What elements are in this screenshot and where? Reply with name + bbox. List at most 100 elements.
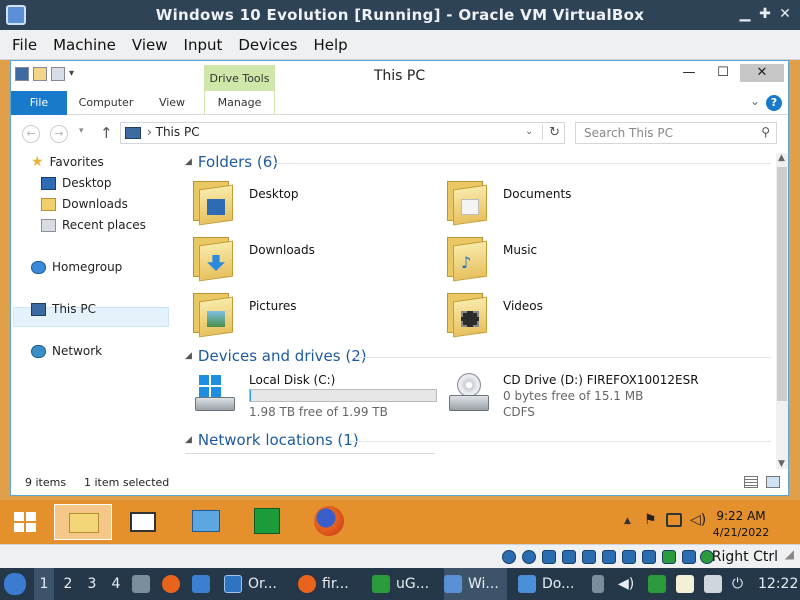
launcher-files[interactable] (132, 568, 156, 600)
search-icon[interactable]: ⚲ (761, 125, 770, 139)
menu-help[interactable]: Help (305, 36, 355, 54)
host-clock[interactable]: 12:22 (758, 568, 798, 600)
workspace-1[interactable]: 1 (34, 568, 54, 600)
menu-view[interactable]: View (124, 36, 176, 54)
back-icon[interactable]: ← (22, 125, 40, 143)
network-location-item[interactable] (185, 453, 435, 469)
folder-downloads[interactable]: Downloads (193, 233, 433, 287)
show-hidden-icons-icon[interactable]: ▲ (624, 516, 631, 526)
scroll-up-icon[interactable]: ▲ (778, 153, 785, 163)
tray-notes[interactable] (676, 568, 700, 600)
folder-desktop[interactable]: Desktop (193, 177, 433, 231)
vertical-scrollbar[interactable]: ▲ ▼ (776, 153, 788, 469)
guest-date[interactable]: 4/21/2022 (706, 526, 776, 539)
large-icons-view-icon[interactable] (766, 476, 780, 488)
drive-c[interactable]: Local Disk (C:) 1.98 TB free of 1.99 TB (193, 371, 443, 425)
taskbar-control-panel[interactable] (186, 504, 224, 540)
collapse-icon[interactable]: ◢ (185, 157, 192, 167)
network-adapter-icon[interactable] (562, 550, 576, 564)
task-firefox[interactable]: fir... (298, 568, 349, 600)
tab-computer[interactable]: Computer (75, 91, 137, 115)
recording-icon[interactable] (642, 550, 656, 564)
address-bar[interactable]: › This PC ⌄ ↻ (120, 122, 565, 144)
tab-manage[interactable]: Manage (204, 91, 275, 115)
display-icon[interactable] (622, 550, 636, 564)
close-icon[interactable]: ✕ (776, 5, 794, 23)
taskbar-store[interactable] (248, 504, 286, 540)
scrollbar-thumb[interactable] (777, 167, 787, 401)
nav-item-homegroup[interactable]: Homegroup (31, 257, 122, 277)
folder-documents[interactable]: Documents (447, 177, 687, 231)
collapse-icon[interactable]: ◢ (185, 435, 192, 445)
start-button[interactable] (6, 504, 44, 540)
recent-locations-icon[interactable]: ▾ (79, 126, 84, 136)
optical-drive-icon[interactable] (522, 550, 536, 564)
host-menu-button[interactable] (4, 568, 32, 600)
nav-item-this-pc[interactable]: This PC (31, 299, 96, 319)
audio-icon[interactable] (542, 550, 556, 564)
folder-videos[interactable]: Videos (447, 289, 687, 343)
tab-view[interactable]: View (145, 91, 199, 115)
task-ug[interactable]: uG... (372, 568, 429, 600)
hard-disk-icon[interactable] (502, 550, 516, 564)
menu-devices[interactable]: Devices (230, 36, 305, 54)
address-dropdown-icon[interactable]: ⌄ (525, 126, 533, 137)
shared-folders-icon[interactable] (602, 550, 616, 564)
maximize-icon[interactable]: ☐ (708, 64, 738, 82)
task-windows[interactable]: Wi... (444, 568, 507, 600)
search-input[interactable]: Search This PC ⚲ (575, 122, 777, 144)
flag-icon[interactable]: ⚑ (644, 512, 657, 528)
tray-power[interactable]: ⏻ (732, 568, 743, 600)
menu-input[interactable]: Input (176, 36, 231, 54)
launcher-firefox[interactable] (162, 568, 186, 600)
workspace-4[interactable]: 4 (106, 568, 126, 600)
close-icon[interactable]: ✕ (740, 64, 784, 82)
forward-icon[interactable]: → (50, 125, 68, 143)
menu-machine[interactable]: Machine (45, 36, 124, 54)
guest-time[interactable]: 9:22 AM (706, 509, 776, 523)
nav-item-favorites[interactable]: ★ Favorites (31, 152, 104, 172)
tray-volume[interactable]: ◀) (618, 568, 634, 600)
network-tray-icon[interactable] (666, 513, 682, 527)
details-view-icon[interactable] (744, 476, 758, 488)
menu-file[interactable]: File (4, 36, 45, 54)
resize-grip-icon[interactable]: ◢ (785, 547, 794, 561)
tray-network[interactable] (704, 568, 728, 600)
collapse-icon[interactable]: ◢ (185, 351, 192, 361)
maximize-icon[interactable]: ✚ (756, 5, 774, 23)
up-icon[interactable]: ↑ (100, 124, 113, 142)
usb-icon[interactable] (582, 550, 596, 564)
virtualbox-icon[interactable] (6, 5, 26, 25)
folder-music[interactable]: ♪ Music (447, 233, 687, 287)
minimize-icon[interactable]: ▁ (736, 5, 754, 23)
volume-icon[interactable]: ◁) (690, 512, 706, 528)
task-oracle[interactable]: Or... (224, 568, 277, 600)
taskbar-reader[interactable] (124, 504, 162, 540)
nav-item-network[interactable]: Network (31, 341, 102, 361)
address-crumb[interactable]: This PC (156, 125, 200, 139)
expand-ribbon-icon[interactable]: ⌄ (750, 94, 760, 108)
tab-file[interactable]: File (11, 91, 67, 115)
folder-pictures[interactable]: Pictures (193, 289, 433, 343)
workspace-3[interactable]: 3 (82, 568, 102, 600)
virtualization-icon[interactable] (662, 550, 676, 564)
taskbar-file-explorer[interactable] (54, 504, 112, 540)
refresh-icon[interactable]: ↻ (542, 125, 560, 140)
minimize-icon[interactable]: — (674, 64, 704, 82)
tray-clipboard[interactable] (592, 568, 610, 600)
drive-d[interactable]: CD Drive (D:) FIREFOX10012ESR 0 bytes fr… (447, 371, 707, 425)
group-header-devices[interactable]: ◢ Devices and drives (2) (185, 347, 367, 365)
launcher-terminal[interactable] (192, 568, 216, 600)
group-header-folders[interactable]: ◢ Folders (6) (185, 153, 278, 171)
taskbar-firefox[interactable] (310, 504, 348, 540)
task-documents[interactable]: Do... (518, 568, 574, 600)
scroll-down-icon[interactable]: ▼ (778, 459, 785, 469)
group-header-network[interactable]: ◢ Network locations (1) (185, 431, 359, 449)
nav-item-downloads[interactable]: Downloads (41, 194, 128, 214)
tray-updates[interactable] (648, 568, 672, 600)
help-icon[interactable]: ? (766, 95, 782, 111)
workspace-2[interactable]: 2 (58, 568, 78, 600)
mouse-integration-icon[interactable] (682, 550, 696, 564)
nav-item-desktop[interactable]: Desktop (41, 173, 112, 193)
nav-item-recent-places[interactable]: Recent places (41, 215, 146, 235)
